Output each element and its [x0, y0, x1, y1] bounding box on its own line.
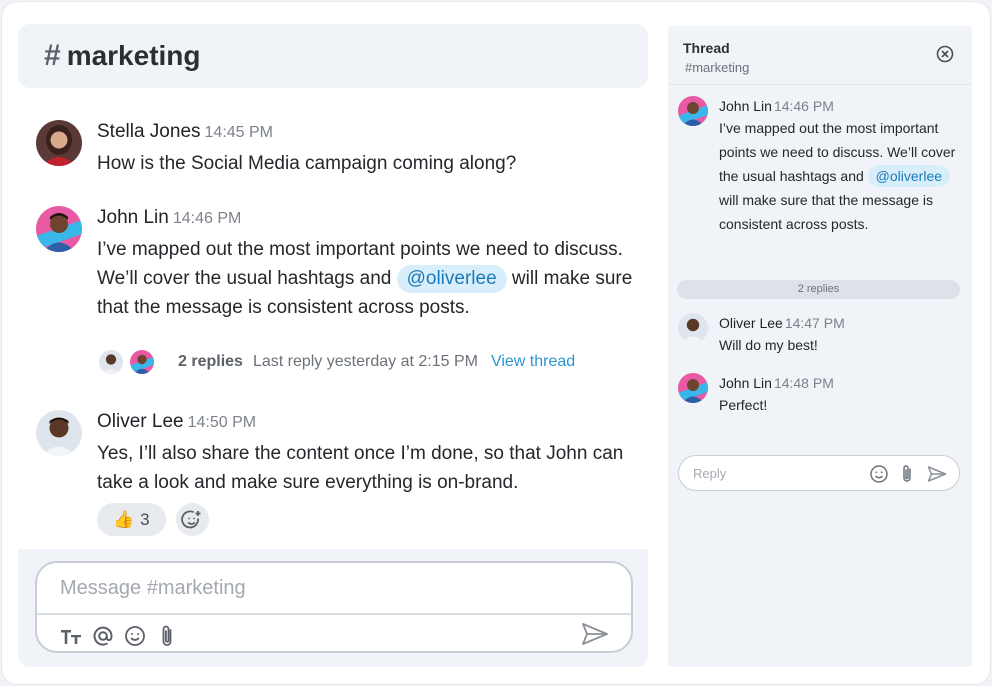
- author-name[interactable]: Stella Jones: [97, 121, 201, 142]
- author-name[interactable]: Oliver Lee: [719, 315, 783, 331]
- message-time: 14:48 PM: [773, 375, 834, 391]
- view-thread-link[interactable]: View thread: [491, 353, 575, 371]
- reactions-row: 👍 3: [97, 503, 209, 536]
- channel-name: marketing: [66, 40, 201, 71]
- author-name[interactable]: John Lin: [97, 207, 169, 228]
- attachment-icon[interactable]: [897, 464, 917, 484]
- channel-header: # marketing: [18, 24, 648, 88]
- channel-hash-icon: #: [44, 39, 61, 72]
- add-reaction-button[interactable]: [175, 503, 209, 536]
- thread-divider: [668, 84, 972, 85]
- thread-reply-input[interactable]: [679, 456, 859, 490]
- reply-count[interactable]: 2 replies: [178, 353, 243, 371]
- message-text: Perfect!: [719, 397, 768, 413]
- attachment-icon[interactable]: [155, 624, 179, 648]
- send-icon[interactable]: [927, 464, 947, 484]
- thread-panel: Thread #marketing John Lin 14:46 PM I’ve…: [668, 26, 972, 667]
- author-name[interactable]: John Lin: [719, 375, 772, 391]
- author-name[interactable]: Oliver Lee: [97, 411, 184, 432]
- message-time: 14:46 PM: [172, 210, 242, 227]
- mention-icon[interactable]: [91, 624, 115, 648]
- send-icon[interactable]: [581, 621, 609, 647]
- avatar-oliver-mini: [97, 348, 125, 376]
- message-text: Will do my best!: [719, 337, 818, 353]
- thread-channel[interactable]: #marketing: [685, 60, 749, 75]
- message-text: How is the Social Media campaign coming …: [97, 153, 517, 174]
- avatar-stella[interactable]: [36, 120, 82, 166]
- replies-divider: 2 replies: [677, 280, 960, 299]
- composer-toolbar: [59, 624, 187, 648]
- thread-title: Thread: [683, 40, 730, 56]
- message-composer: [35, 561, 633, 653]
- emoji-icon[interactable]: [869, 464, 889, 484]
- mention-chip[interactable]: @oliverlee: [396, 265, 507, 293]
- close-icon[interactable]: [936, 45, 954, 63]
- message-text: Yes, I’ll also share the content once I’…: [97, 443, 624, 493]
- text-format-icon[interactable]: [59, 624, 83, 648]
- message-time: 14:46 PM: [773, 98, 834, 114]
- composer-area: [18, 549, 648, 667]
- message-text: I’ve mapped out the most important point…: [719, 116, 962, 236]
- avatar-john[interactable]: [36, 206, 82, 252]
- message-input[interactable]: [37, 563, 631, 615]
- reaction-count: 3: [140, 509, 150, 529]
- last-reply-time: Last reply yesterday at 2:15 PM: [252, 353, 478, 370]
- mention-chip[interactable]: @oliverlee: [867, 165, 951, 187]
- message-time: 14:47 PM: [784, 315, 845, 331]
- message-text-part: will make sure that the message is consi…: [719, 192, 933, 232]
- reaction-thumbs-up[interactable]: 👍 3: [97, 503, 166, 536]
- message-time: 14:45 PM: [204, 124, 273, 141]
- avatar-john-mini: [128, 348, 156, 376]
- message-time: 14:50 PM: [187, 414, 257, 431]
- message-text: I’ve mapped out the most important point…: [97, 235, 646, 322]
- avatar-oliver[interactable]: [678, 313, 708, 343]
- thumbs-up-icon: 👍: [113, 509, 135, 529]
- app-frame: # marketing Stella Jones 14:45 PM How is …: [1, 1, 991, 685]
- thread-summary[interactable]: 2 replies Last reply yesterday at 2:15 P…: [97, 347, 575, 377]
- emoji-icon[interactable]: [123, 624, 147, 648]
- author-name[interactable]: John Lin: [719, 98, 772, 114]
- add-emoji-icon: [181, 510, 201, 528]
- avatar-john[interactable]: [678, 96, 708, 126]
- avatar-john[interactable]: [678, 373, 708, 403]
- thread-reply-composer: [678, 455, 960, 491]
- avatar-oliver[interactable]: [36, 410, 82, 456]
